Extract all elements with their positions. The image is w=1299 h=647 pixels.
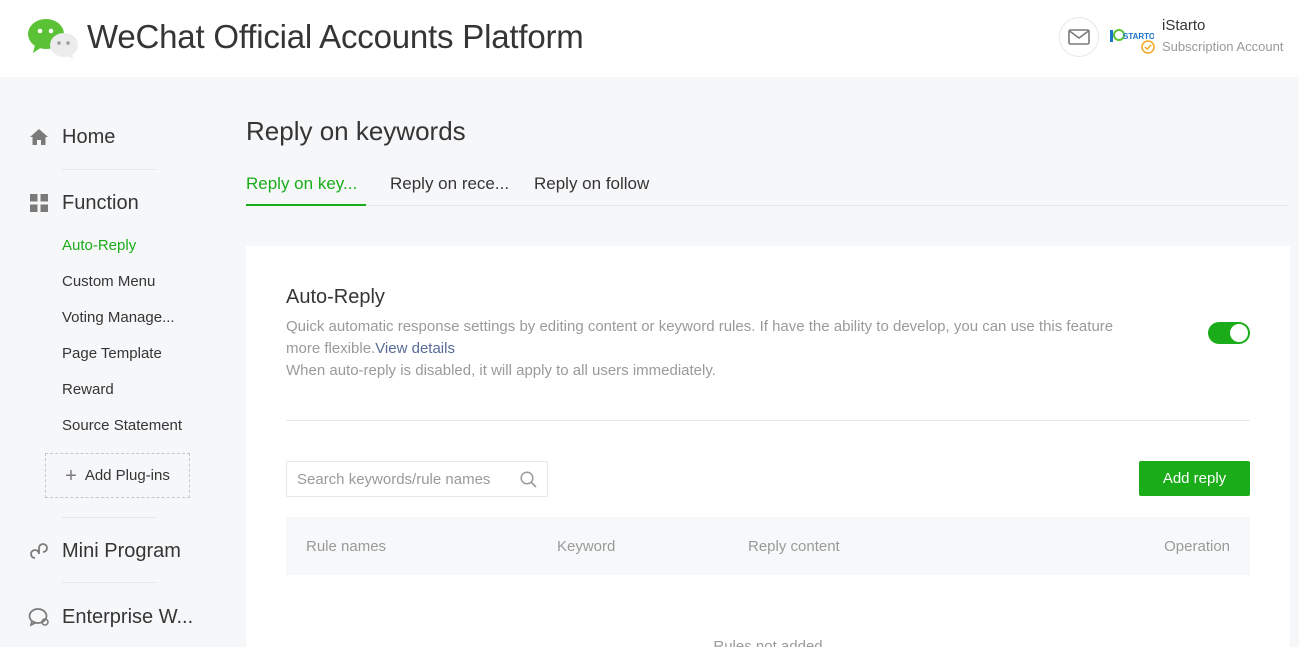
auto-reply-description: Quick automatic response settings by edi…	[286, 316, 1146, 382]
message-button[interactable]	[1059, 17, 1099, 57]
sidebar-item-custom-menu[interactable]: Custom Menu	[62, 273, 155, 290]
sidebar-item-mini-program[interactable]: Mini Program	[28, 540, 181, 562]
column-rule-names: Rule names	[306, 538, 387, 555]
view-details-link[interactable]: View details	[375, 340, 455, 357]
search-icon[interactable]	[520, 471, 537, 488]
sidebar-item-voting[interactable]: Voting Manage...	[62, 309, 175, 326]
search-input[interactable]	[297, 464, 512, 494]
auto-reply-title: Auto-Reply	[286, 286, 385, 308]
empty-state-text: Rules not added	[713, 638, 823, 647]
auto-reply-card: Auto-Reply Quick automatic response sett…	[246, 246, 1290, 647]
add-plugins-button[interactable]: + Add Plug-ins	[45, 453, 190, 498]
page-title: Reply on keywords	[246, 116, 466, 146]
card-divider	[286, 420, 1250, 421]
search-box	[286, 461, 548, 497]
account-type: Subscription Account	[1162, 39, 1284, 54]
mail-icon	[1068, 29, 1090, 45]
chat-bubble-icon	[28, 606, 50, 628]
sidebar-item-source-statement[interactable]: Source Statement	[62, 417, 182, 434]
column-keyword: Keyword	[557, 538, 616, 555]
sidebar-divider	[62, 169, 157, 170]
add-plugins-label: Add Plug-ins	[84, 467, 170, 484]
sidebar-item-function[interactable]: Function	[28, 192, 139, 214]
auto-reply-desc-note: When auto-reply is disabled, it will app…	[286, 362, 716, 379]
column-reply-content: Reply content	[748, 538, 840, 555]
toggle-knob	[1230, 324, 1248, 342]
auto-reply-toggle[interactable]	[1208, 322, 1250, 344]
verified-badge-icon	[1141, 40, 1155, 54]
sidebar: Home Function Auto-Reply Custom Menu Vot…	[0, 77, 220, 647]
sidebar-item-label: Home	[62, 125, 116, 148]
account-name[interactable]: iStarto	[1162, 17, 1205, 34]
add-reply-button[interactable]: Add reply	[1139, 461, 1250, 496]
top-header: WeChat Official Accounts Platform STARTO…	[0, 0, 1299, 77]
sidebar-item-page-template[interactable]: Page Template	[62, 345, 162, 362]
tab-reply-on-received[interactable]: Reply on rece...	[390, 174, 509, 206]
tab-reply-on-keywords[interactable]: Reply on key...	[246, 174, 366, 206]
rules-table-header: Rule names Keyword Reply content Operati…	[286, 517, 1250, 575]
mini-program-icon	[28, 540, 50, 562]
tab-reply-on-follow[interactable]: Reply on follow	[534, 174, 649, 206]
sidebar-item-enterprise[interactable]: Enterprise W...	[28, 606, 193, 628]
sidebar-item-reward[interactable]: Reward	[62, 381, 114, 398]
column-operation: Operation	[1164, 538, 1230, 555]
tab-bar: Reply on key... Reply on rece... Reply o…	[246, 166, 1289, 206]
sidebar-item-label: Function	[62, 191, 139, 214]
plus-icon: +	[65, 464, 77, 487]
sidebar-item-home[interactable]: Home	[28, 126, 115, 148]
sidebar-divider	[62, 517, 157, 518]
brand-title: WeChat Official Accounts Platform	[87, 18, 584, 55]
wechat-logo-icon[interactable]	[27, 17, 79, 59]
home-icon	[28, 126, 50, 148]
sidebar-item-auto-reply[interactable]: Auto-Reply	[62, 237, 136, 254]
sidebar-item-label: Mini Program	[62, 539, 181, 562]
sidebar-divider	[62, 582, 157, 583]
sidebar-item-label: Enterprise W...	[62, 605, 194, 628]
grid-icon	[28, 192, 50, 214]
